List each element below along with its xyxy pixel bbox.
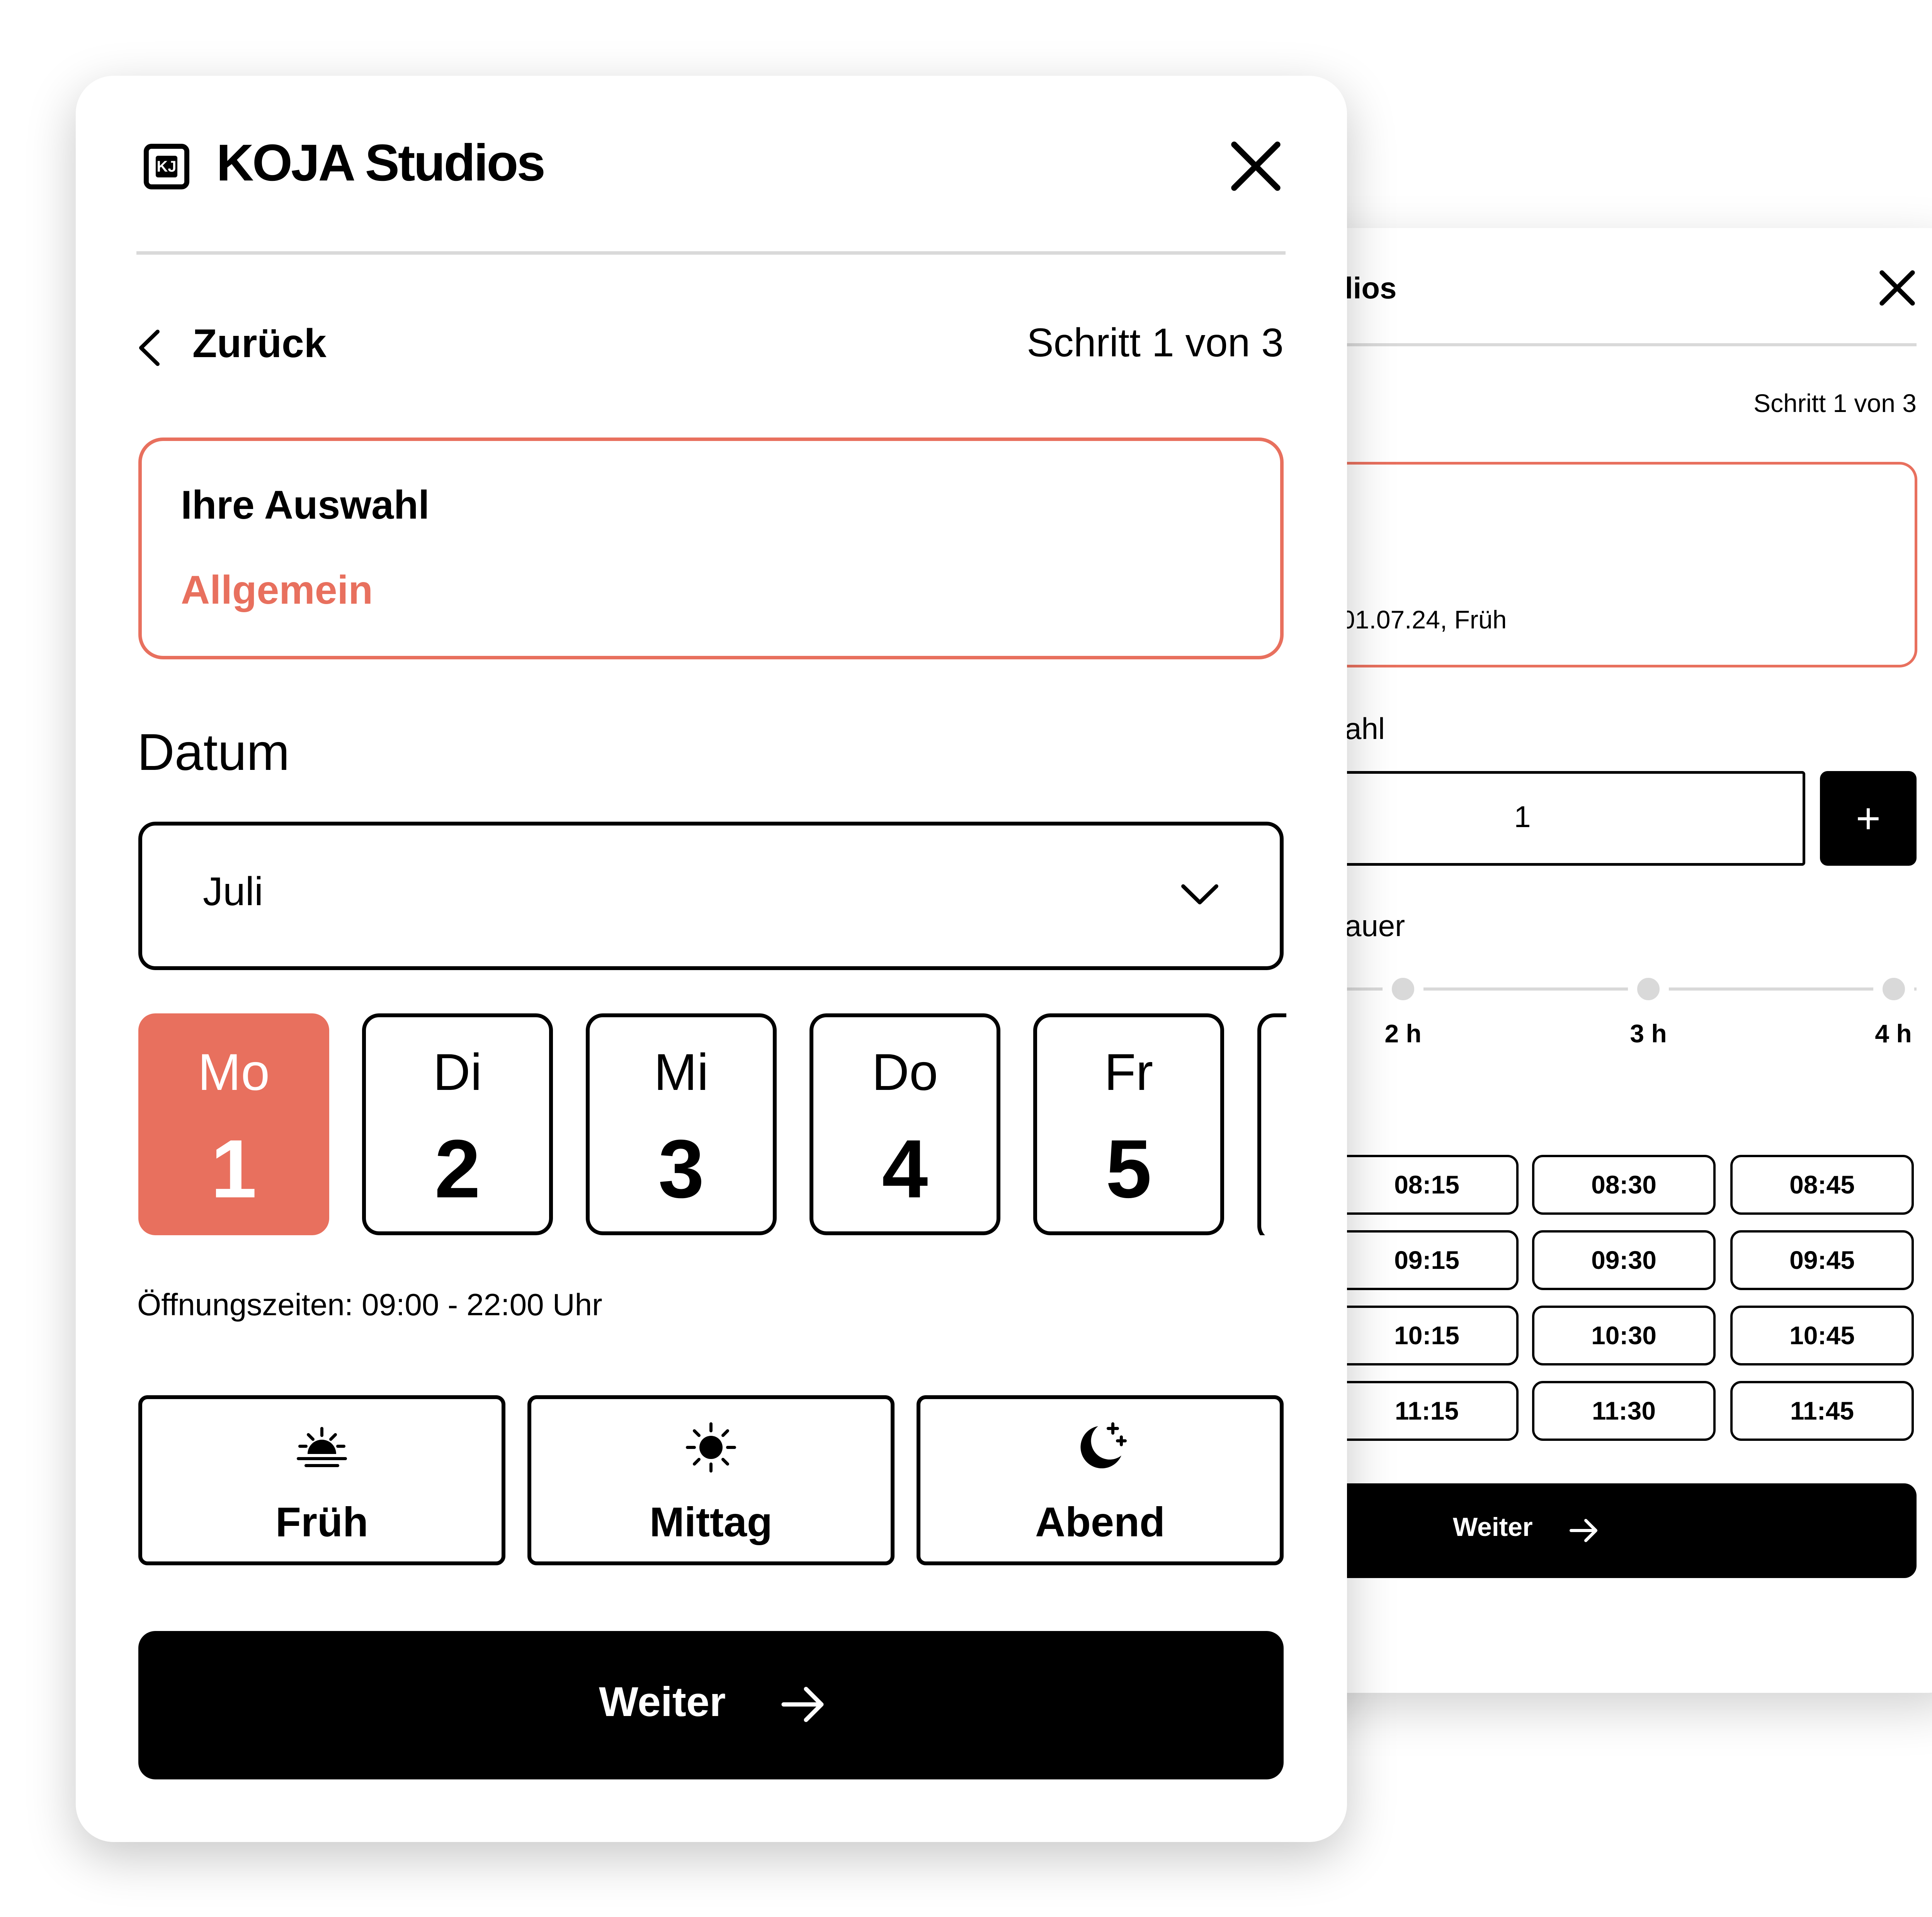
time-slot[interactable]: 08:30 [1532, 1155, 1716, 1215]
duration-option-label: 4 h [1875, 1019, 1912, 1048]
time-of-day-evening-button[interactable]: Abend [917, 1395, 1284, 1565]
time-slot[interactable]: 09:15 [1335, 1230, 1519, 1290]
step-indicator: Schritt 1 von 3 [1027, 320, 1284, 365]
day-card-partial[interactable] [1257, 1013, 1286, 1235]
month-select[interactable] [138, 822, 1284, 970]
month-select-value: Juli [203, 869, 264, 914]
moon-stars-icon [1080, 1422, 1127, 1469]
time-slot[interactable]: 08:45 [1730, 1155, 1914, 1215]
day-card-weekday: Mo [197, 1044, 270, 1101]
day-card-weekday: Do [872, 1044, 938, 1101]
header-divider [136, 251, 1286, 255]
time-slot[interactable]: 08:15 [1335, 1155, 1519, 1215]
time-of-day-noon-button[interactable]: Mittag [527, 1395, 895, 1565]
selection-title: Ihre Auswahl [181, 483, 430, 528]
time-of-day-label: Früh [276, 1498, 368, 1545]
brand-logo-mark: KJ [156, 156, 177, 177]
back-next-label: Weiter [1453, 1512, 1533, 1542]
quantity-label: ahl [1345, 712, 1385, 746]
quantity-plus-button[interactable]: + [1820, 771, 1917, 866]
day-card[interactable]: Di 2 [362, 1013, 553, 1235]
day-card-partial-edge [1257, 1013, 1286, 1235]
sunrise-icon [297, 1427, 347, 1467]
sun-icon [686, 1422, 736, 1473]
back-card-divider [1329, 343, 1917, 346]
brand-logo-icon: KJ [144, 144, 189, 189]
time-slot[interactable]: 11:45 [1730, 1381, 1914, 1441]
time-slot[interactable]: 10:45 [1730, 1306, 1914, 1365]
selection-summary-box [138, 438, 1284, 659]
date-section-label: Datum [137, 724, 290, 781]
duration-label: auer [1345, 909, 1405, 943]
day-card-selected[interactable]: Mo 1 [138, 1013, 329, 1235]
day-card[interactable]: Mi 3 [586, 1013, 777, 1235]
opening-hours: Öffnungszeiten: 09:00 - 22:00 Uhr [137, 1287, 602, 1322]
quantity-value: 1 [1514, 800, 1531, 834]
time-of-day-label: Abend [1035, 1498, 1165, 1545]
chevron-down-icon [1181, 884, 1218, 904]
duration-option-2h-dot[interactable] [1383, 969, 1423, 1010]
duration-option-label: 3 h [1630, 1019, 1667, 1048]
close-icon[interactable] [1876, 267, 1918, 309]
back-selection-summary-box [1271, 462, 1917, 667]
time-of-day-early-button[interactable]: Früh [138, 1395, 505, 1565]
selection-value: Allgemein [181, 568, 373, 613]
time-slot[interactable]: 11:15 [1335, 1381, 1519, 1441]
time-slot[interactable]: 09:45 [1730, 1230, 1914, 1290]
day-card-weekday: Di [433, 1044, 482, 1101]
brand-name: KOJA Studios [216, 134, 546, 192]
day-card[interactable]: Do 4 [810, 1013, 1000, 1235]
time-slot[interactable]: 10:15 [1335, 1306, 1519, 1365]
day-card[interactable]: Fr 5 [1033, 1013, 1224, 1235]
arrow-right-icon [1570, 1519, 1597, 1542]
duration-option-3h-dot[interactable] [1628, 969, 1669, 1010]
duration-option-4h-dot[interactable] [1873, 969, 1914, 1010]
close-icon[interactable] [1229, 139, 1283, 193]
day-card-date: 1 [211, 1123, 257, 1215]
arrow-right-icon [781, 1687, 824, 1722]
next-button-label: Weiter [599, 1678, 726, 1725]
back-card-title: lios [1345, 271, 1397, 305]
duration-slider-track[interactable] [1275, 987, 1917, 991]
time-slot[interactable]: 11:30 [1532, 1381, 1716, 1441]
back-button[interactable]: Zurück [136, 317, 368, 375]
day-card-date: 3 [658, 1123, 704, 1215]
day-card-weekday: Fr [1104, 1044, 1153, 1101]
chevron-left-icon [139, 330, 160, 366]
back-button-label: Zurück [192, 321, 327, 366]
back-selection-summary: 01.07.24, Früh [1341, 605, 1507, 634]
day-card-weekday: Mi [654, 1044, 709, 1101]
day-card-date: 5 [1105, 1123, 1152, 1215]
back-step-indicator: Schritt 1 von 3 [1753, 389, 1917, 417]
time-of-day-label: Mittag [650, 1498, 772, 1545]
day-card-date: 4 [882, 1123, 928, 1215]
duration-option-label: 2 h [1384, 1019, 1422, 1048]
time-slot[interactable]: 09:30 [1532, 1230, 1716, 1290]
time-slot[interactable]: 10:30 [1532, 1306, 1716, 1365]
day-card-date: 2 [434, 1123, 481, 1215]
